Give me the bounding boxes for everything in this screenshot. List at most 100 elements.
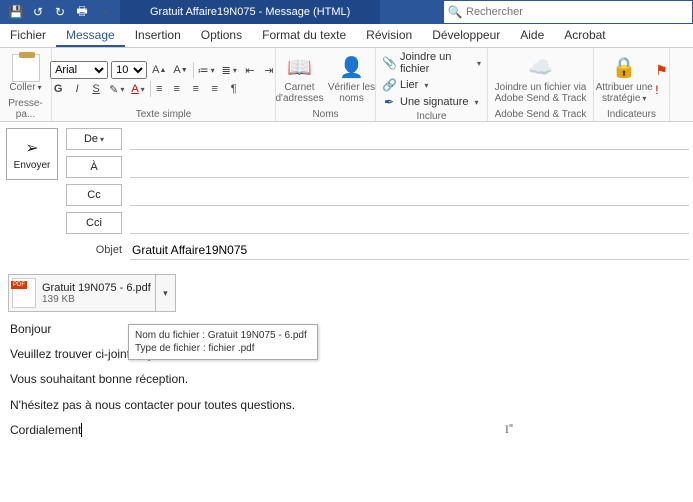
font-name-select[interactable]: Arial: [50, 61, 108, 79]
adobe-send-label: Joindre un fichier via Adobe Send & Trac…: [493, 82, 589, 104]
increase-font-icon[interactable]: A▲: [150, 62, 168, 78]
cc-button[interactable]: Cc: [66, 184, 122, 206]
tooltip-filetype: Type de fichier : fichier .pdf: [135, 342, 311, 355]
group-label-tags: Indicateurs: [598, 108, 665, 121]
address-book-label: Carnet d'adresses: [275, 82, 323, 104]
bcc-button[interactable]: Cci: [66, 212, 122, 234]
group-include: 📎 Joindre un fichier 🔗 Lier ✒ Une signature…: [376, 48, 488, 121]
ribbon: Coller Presse-pa... Arial 10 A▲ A▼ ≔ ≣ ⇤…: [0, 48, 693, 122]
to-button[interactable]: À: [66, 156, 122, 178]
from-button[interactable]: De: [66, 128, 122, 150]
paperclip-icon: 📎: [382, 56, 396, 70]
font-size-select[interactable]: 10: [111, 61, 147, 79]
ribbon-tabs: Fichier Message Insertion Options Format…: [0, 24, 693, 48]
tab-options[interactable]: Options: [191, 24, 252, 47]
paste-button[interactable]: Coller: [4, 54, 48, 93]
tab-message[interactable]: Message: [56, 24, 125, 47]
print-icon[interactable]: 🖶: [74, 4, 90, 20]
body-line-2: Veuillez trouver ci-joint le gratuit N°1…: [10, 345, 683, 364]
tab-aide[interactable]: Aide: [510, 24, 554, 47]
compose-header: ➢ Envoyer De À Cc Cci Objet: [0, 122, 693, 266]
align-center-icon[interactable]: ≡: [169, 81, 185, 97]
cc-field[interactable]: [130, 184, 689, 206]
save-icon[interactable]: 💾: [8, 4, 24, 20]
link-button[interactable]: 🔗 Lier: [380, 77, 430, 93]
tab-revision[interactable]: Révision: [356, 24, 422, 47]
outdent-icon[interactable]: ⇤: [242, 62, 258, 78]
align-right-icon[interactable]: ≡: [188, 81, 204, 97]
group-tags: 🔒 Attribuer une stratégie ⚑ ! Indicateur…: [594, 48, 670, 121]
search-icon: 🔍: [444, 5, 466, 19]
send-button[interactable]: ➢ Envoyer: [6, 128, 58, 180]
tooltip-filename: Nom du fichier : Gratuit 19N075 - 6.pdf: [135, 329, 311, 342]
attachments-row: Gratuit 19N075 - 6.pdf 139 KB ▾: [0, 266, 693, 312]
from-field[interactable]: [130, 128, 689, 150]
group-label-names: Noms: [280, 108, 371, 121]
group-label-adobe: Adobe Send & Track: [492, 108, 589, 121]
body-line-1: Bonjour: [10, 320, 683, 339]
link-label: Lier: [400, 79, 418, 91]
signature-label: Une signature: [400, 96, 469, 108]
tab-fichier[interactable]: Fichier: [0, 24, 56, 47]
subject-input[interactable]: [130, 240, 689, 260]
bold-button[interactable]: G: [50, 81, 66, 97]
paste-label: Coller: [9, 82, 41, 93]
search-box[interactable]: 🔍: [443, 0, 693, 24]
group-label-clipboard: Presse-pa...: [4, 97, 47, 121]
italic-button[interactable]: I: [69, 81, 85, 97]
bullets-icon[interactable]: ≔: [193, 62, 217, 78]
check-names-icon: 👤: [339, 55, 364, 80]
importance-high-icon[interactable]: !: [655, 83, 668, 97]
tab-format[interactable]: Format du texte: [252, 24, 356, 47]
align-justify-icon[interactable]: ≡: [207, 81, 223, 97]
undo-icon[interactable]: ↺: [30, 4, 46, 20]
tab-acrobat[interactable]: Acrobat: [554, 24, 615, 47]
bcc-field[interactable]: [130, 212, 689, 234]
lock-icon: 🔒: [612, 55, 637, 80]
group-clipboard: Coller Presse-pa...: [0, 48, 52, 121]
body-line-4: N'hésitez pas à nous contacter pour tout…: [10, 396, 683, 415]
group-adobe: ☁️ Joindre un fichier via Adobe Send & T…: [488, 48, 594, 121]
align-left-icon[interactable]: ≡: [150, 81, 166, 97]
flag-icon[interactable]: ⚑: [655, 62, 668, 79]
attachment-dropdown[interactable]: ▾: [155, 275, 175, 311]
attach-file-button[interactable]: 📎 Joindre un fichier: [380, 50, 483, 76]
attach-file-label: Joindre un fichier: [400, 51, 471, 75]
message-body[interactable]: Bonjour Veuillez trouver ci-joint le gra…: [0, 312, 693, 454]
assign-policy-button[interactable]: 🔒 Attribuer une stratégie: [595, 55, 653, 104]
address-book-button[interactable]: 📖 Carnet d'adresses: [276, 55, 324, 104]
send-icon: ➢: [25, 138, 38, 158]
address-book-icon: 📖: [287, 55, 312, 80]
redo-icon[interactable]: ↻: [52, 4, 68, 20]
search-input[interactable]: [466, 6, 692, 18]
group-label-include: Inclure: [380, 110, 483, 123]
attachment-item[interactable]: Gratuit 19N075 - 6.pdf 139 KB ▾: [8, 274, 176, 312]
body-line-3: Vous souhaitant bonne réception.: [10, 370, 683, 389]
to-field[interactable]: [130, 156, 689, 178]
adobe-send-button[interactable]: ☁️ Joindre un fichier via Adobe Send & T…: [493, 55, 589, 104]
group-font: Arial 10 A▲ A▼ ≔ ≣ ⇤ ⇥ G I S ✎ A ≡ ≡: [52, 48, 276, 121]
highlight-icon[interactable]: ✎: [107, 81, 126, 97]
numbering-icon[interactable]: ≣: [220, 62, 239, 78]
underline-button[interactable]: S: [88, 81, 104, 97]
indent-icon[interactable]: ⇥: [261, 62, 277, 78]
qat-more-icon[interactable]: [96, 4, 112, 20]
tab-insertion[interactable]: Insertion: [125, 24, 191, 47]
body-line-5: Cordialement: [10, 421, 683, 440]
link-icon: 🔗: [382, 78, 396, 92]
check-names-button[interactable]: 👤 Vérifier les noms: [328, 55, 376, 104]
attachment-tooltip: Nom du fichier : Gratuit 19N075 - 6.pdf …: [128, 324, 318, 360]
font-color-icon[interactable]: A: [129, 81, 146, 97]
decrease-font-icon[interactable]: A▼: [171, 62, 189, 78]
cloud-attach-icon: ☁️: [528, 55, 553, 80]
signature-button[interactable]: ✒ Une signature: [380, 94, 481, 110]
clear-format-icon[interactable]: ¶: [226, 81, 242, 97]
attachment-name: Gratuit 19N075 - 6.pdf: [42, 282, 151, 294]
text-cursor-icon: I≡: [505, 422, 513, 437]
tab-developpeur[interactable]: Développeur: [422, 24, 510, 47]
send-label: Envoyer: [14, 160, 51, 171]
signature-icon: ✒: [382, 95, 396, 109]
check-names-label: Vérifier les noms: [328, 82, 376, 104]
assign-policy-label: Attribuer une stratégie: [595, 82, 653, 104]
group-names: 📖 Carnet d'adresses 👤 Vérifier les noms …: [276, 48, 376, 121]
